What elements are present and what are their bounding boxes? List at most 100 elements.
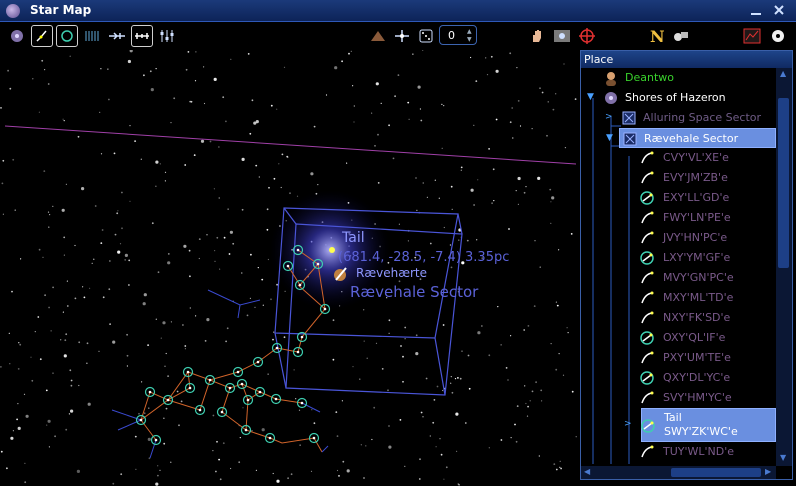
scroll-left-icon[interactable]: ◀ — [584, 468, 590, 476]
horizontal-scrollbar[interactable]: ◀ ▶ — [581, 466, 776, 479]
star-system-icon — [641, 211, 654, 224]
star-system-icon — [641, 171, 654, 184]
tree-node-label: EXY'LL'GD'e — [663, 191, 730, 204]
selected-star-marker[interactable] — [329, 247, 335, 253]
star-system-row[interactable]: MVY'GN'PC'e — [581, 268, 776, 288]
tree-node-2[interactable]: > Alluring Space Sector — [581, 108, 776, 128]
star-system-icon — [641, 311, 654, 324]
star-system-icon — [641, 445, 654, 458]
north-button[interactable]: N — [645, 25, 667, 47]
tree-node-0[interactable]: Deantwo — [581, 68, 776, 88]
galaxy-view-button[interactable] — [6, 25, 28, 47]
star-system-icon — [641, 291, 654, 304]
tree-node-label: JVY'HN'PC'e — [663, 231, 728, 244]
tree-node-1[interactable]: ▼ Shores of Hazeron — [581, 88, 776, 108]
window-title: Star Map — [30, 3, 92, 17]
tree-node-3[interactable]: ▼ Rævehale Sector — [606, 128, 776, 148]
tree-node-label: NXY'FK'SD'e — [663, 311, 731, 324]
dice-button[interactable] — [415, 25, 437, 47]
tree-node-label: MXY'ML'TD'e — [663, 291, 734, 304]
star-system-row[interactable]: NXY'FK'SD'e — [581, 308, 776, 328]
scroll-right-icon[interactable]: ▶ — [765, 468, 771, 476]
nearby-links — [111, 289, 329, 459]
star-system-row[interactable]: LXY'YM'GF'e — [581, 248, 776, 268]
inhabited-system-icon — [641, 419, 655, 433]
constellation-lines-toggle[interactable] — [31, 25, 53, 47]
tree-node-label: Shores of Hazeron — [625, 91, 726, 104]
expand-icon[interactable]: > — [624, 419, 634, 429]
vertical-scroll-thumb[interactable] — [778, 98, 789, 268]
observe-button[interactable] — [551, 25, 573, 47]
grid-lines-toggle[interactable] — [81, 25, 103, 47]
tree-node-label: Rævehale Sector — [644, 132, 739, 145]
tree-node-label: Deantwo — [625, 71, 674, 84]
tree-node-label: Alluring Space Sector — [643, 111, 762, 124]
galactic-plane-line — [4, 125, 577, 165]
sector-label: Rævehale Sector — [350, 283, 479, 301]
close-button[interactable] — [771, 3, 787, 19]
star-system-row[interactable]: PXY'UM'TE'e — [581, 348, 776, 368]
star-system-icon — [641, 271, 654, 284]
star-system-row[interactable]: SVY'HM'YC'e — [581, 388, 776, 408]
eye-icon — [554, 30, 570, 42]
tree-node-label: Tail — [664, 411, 682, 424]
star-system-row[interactable]: MXY'ML'TD'e — [581, 288, 776, 308]
stepper-up-icon[interactable]: ▲ — [467, 29, 473, 35]
hand-icon — [533, 30, 541, 42]
star-system-row[interactable]: TUY'WL'ND'e — [581, 442, 776, 462]
center-view-button[interactable] — [391, 25, 413, 47]
close-icon — [774, 5, 784, 15]
place-tree[interactable]: Deantwo ▼ Shores of Hazeron > Alluring Space… — [581, 68, 776, 466]
collapse-icon[interactable]: ▼ — [587, 92, 597, 102]
star-system-row[interactable]: QXY'DL'YC'e — [581, 368, 776, 388]
sector-icon — [622, 111, 636, 125]
ship-location-button[interactable] — [367, 25, 389, 47]
ship-hull-icon — [371, 31, 385, 41]
bars-icon — [85, 31, 99, 41]
minimize-button[interactable] — [748, 3, 764, 19]
tree-node-sublabel: SWY'ZK'WC'e — [664, 425, 738, 438]
hand-pan-button[interactable] — [526, 25, 548, 47]
galaxy-icon — [11, 30, 23, 42]
inhabited-system-icon — [640, 371, 654, 385]
horizontal-scroll-thumb[interactable] — [671, 468, 761, 477]
star-system-row[interactable]: EXY'LL'GD'e — [581, 188, 776, 208]
star-system-row[interactable]: OXY'QL'IF'e — [581, 328, 776, 348]
star-system-row[interactable]: FWY'LN'PE'e — [581, 208, 776, 228]
avatar-icon — [606, 72, 616, 86]
star-system-row[interactable]: CVY'VL'XE'e — [581, 148, 776, 168]
route-icon — [135, 33, 149, 39]
star-system-row[interactable]: EVY'JM'ZB'e — [581, 168, 776, 188]
place-panel-header: Place — [581, 51, 792, 68]
system-markers-toggle[interactable] — [56, 25, 78, 47]
svg-text:N: N — [650, 27, 664, 45]
zoom-step-stepper[interactable]: 0 ▲ ▼ — [439, 25, 477, 45]
camera-button[interactable] — [670, 25, 692, 47]
filter-settings-button[interactable] — [156, 25, 178, 47]
zoom-step-value: 0 — [448, 29, 455, 42]
target-button[interactable] — [576, 25, 598, 47]
options-button[interactable] — [767, 25, 789, 47]
star-system-row[interactable]: JVY'HN'PC'e — [581, 228, 776, 248]
star-system-row[interactable]: > Tail SWY'ZK'WC'e — [624, 408, 776, 442]
scroll-up-icon[interactable]: ▲ — [780, 70, 786, 78]
disc-icon — [772, 30, 784, 42]
selected-star-coords: (681.4, -28.5, -7.4) 3.35pc — [338, 250, 509, 265]
collapse-icon[interactable]: ▼ — [606, 133, 616, 143]
route-toggle[interactable] — [131, 25, 153, 47]
stepper-down-icon[interactable]: ▼ — [467, 37, 473, 43]
tree-node-label: CVY'VL'XE'e — [663, 151, 729, 164]
ship-view-toggle[interactable] — [106, 25, 128, 47]
ring-icon — [61, 30, 73, 42]
north-icon: N — [650, 27, 664, 45]
scroll-down-icon[interactable]: ▼ — [780, 454, 786, 462]
map-overlay-button[interactable] — [741, 25, 763, 47]
star-map-canvas[interactable]: Tail (681.4, -28.5, -7.4) 3.35pc Rævehær… — [0, 50, 578, 486]
expand-icon[interactable]: > — [605, 112, 615, 122]
star-system-icon — [641, 391, 654, 404]
star-system-icon — [641, 351, 654, 364]
sliders-icon — [160, 30, 174, 42]
place-panel: Place Deantwo ▼ Shores of Hazeron > Alluring… — [580, 50, 793, 480]
vertical-scrollbar[interactable]: ▲ ▼ — [776, 68, 792, 466]
minimize-icon — [751, 13, 761, 15]
